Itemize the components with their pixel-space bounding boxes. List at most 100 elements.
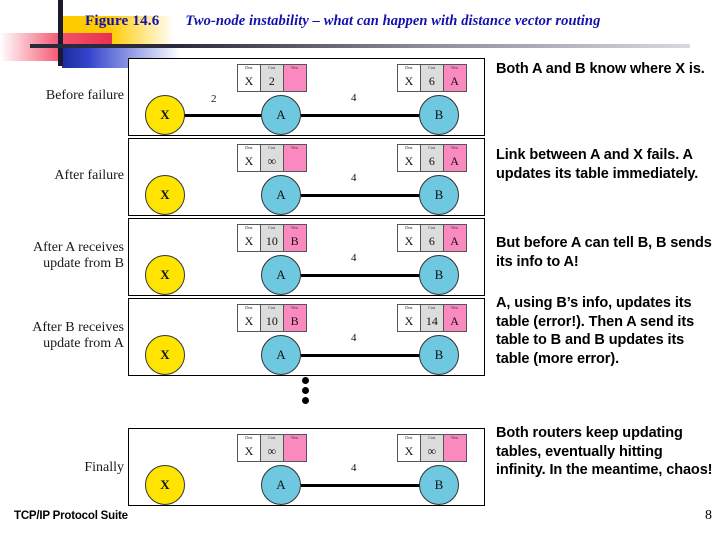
routing-cell-hop: Next (282, 144, 307, 172)
stage-diagram-2: 4 X A B Dest. X Cost ∞ Next Dest. X Cost 6 Next A (128, 138, 485, 216)
node-a: A (261, 255, 301, 295)
routing-cell-dest: Dest. X (237, 434, 261, 462)
link-cost-a-b: 4 (351, 332, 357, 344)
page-title: Figure 14.6 Two-node instability – what … (85, 12, 600, 30)
routing-cell-value: X (404, 154, 414, 168)
routing-cell-header: Dest. (405, 435, 413, 440)
routing-cell-value: X (244, 314, 254, 328)
annotation-3: But before A can tell B, B sends its inf… (496, 235, 712, 270)
annotation-1: Both A and B know where X is. (496, 61, 705, 77)
routing-cell-header: Dest. (245, 145, 253, 150)
routing-cell-value: B (290, 234, 299, 248)
routing-cell-header: Cost (268, 65, 276, 70)
routing-cell-value: 6 (428, 74, 435, 88)
routing-cell-value: X (404, 444, 414, 458)
routing-cell-value: X (244, 74, 254, 88)
routing-table-b: Dest. X Cost 6 Next A (397, 64, 467, 92)
routing-cell-hop: Next A (442, 64, 467, 92)
routing-cell-header: Cost (428, 435, 436, 440)
routing-cell-dest: Dest. X (397, 144, 421, 172)
routing-cell-cost: Cost 10 (259, 224, 284, 252)
link-x-a (184, 114, 272, 117)
routing-cell-value: X (404, 234, 414, 248)
header-decoration (0, 0, 190, 68)
routing-cell-cost: Cost ∞ (259, 144, 284, 172)
routing-cell-header: Next (450, 305, 459, 310)
node-b: B (419, 465, 459, 505)
routing-cell-header: Dest. (245, 305, 253, 310)
footer-label: TCP/IP Protocol Suite (14, 510, 128, 522)
routing-cell-hop: Next (282, 64, 307, 92)
routing-table-b: Dest. X Cost 6 Next A (397, 144, 467, 172)
routing-cell-header: Cost (268, 435, 276, 440)
routing-cell-cost: Cost 6 (419, 144, 444, 172)
routing-cell-value: 10 (265, 314, 278, 328)
routing-cell-header: Dest. (405, 225, 413, 230)
routing-cell-hop: Next A (442, 224, 467, 252)
node-a: A (261, 335, 301, 375)
routing-cell-header: Cost (428, 305, 436, 310)
routing-cell-hop: Next A (442, 144, 467, 172)
node-a: A (261, 465, 301, 505)
figure-number: Figure 14.6 (85, 13, 160, 29)
node-x: X (145, 335, 185, 375)
routing-table-b: Dest. X Cost ∞ Next (397, 434, 467, 462)
routing-cell-header: Cost (268, 225, 276, 230)
routing-cell-value: A (450, 314, 459, 328)
routing-cell-header: Cost (268, 305, 276, 310)
routing-cell-header: Dest. (245, 225, 253, 230)
routing-cell-value: X (404, 314, 414, 328)
ellipsis-dot (301, 397, 309, 404)
routing-cell-header: Next (450, 435, 459, 440)
node-x: X (145, 255, 185, 295)
routing-cell-header: Cost (268, 145, 276, 150)
routing-cell-hop: Next A (442, 304, 467, 332)
routing-cell-dest: Dest. X (237, 304, 261, 332)
routing-cell-hop: Next B (282, 304, 307, 332)
routing-cell-value: ∞ (267, 154, 277, 168)
routing-cell-value: X (244, 234, 254, 248)
routing-cell-header: Next (290, 65, 299, 70)
routing-cell-header: Dest. (245, 65, 253, 70)
routing-cell-hop: Next (282, 434, 307, 462)
routing-cell-value: 6 (428, 154, 435, 168)
routing-cell-header: Dest. (245, 435, 253, 440)
routing-cell-cost: Cost 2 (259, 64, 284, 92)
routing-cell-dest: Dest. X (397, 304, 421, 332)
stage-label-2: After failure (54, 168, 124, 183)
routing-cell-header: Next (290, 435, 299, 440)
routing-table-a: Dest. X Cost ∞ Next (237, 434, 307, 462)
routing-table-a: Dest. X Cost 2 Next (237, 64, 307, 92)
link-cost-a-b: 4 (351, 462, 357, 474)
routing-cell-value: A (450, 234, 459, 248)
annotation-2: Link between A and X fails. A updates it… (496, 147, 699, 182)
routing-cell-dest: Dest. X (237, 224, 261, 252)
routing-cell-dest: Dest. X (237, 144, 261, 172)
routing-cell-header: Dest. (405, 65, 413, 70)
routing-cell-dest: Dest. X (397, 224, 421, 252)
routing-cell-value: 6 (428, 234, 435, 248)
routing-cell-header: Cost (428, 65, 436, 70)
figure-caption: Two-node instability – what can happen w… (185, 13, 601, 29)
routing-cell-cost: Cost 10 (259, 304, 284, 332)
routing-table-a: Dest. X Cost ∞ Next (237, 144, 307, 172)
routing-table-a: Dest. X Cost 10 Next B (237, 304, 307, 332)
routing-cell-cost: Cost 6 (419, 64, 444, 92)
routing-cell-header: Dest. (405, 145, 413, 150)
node-x: X (145, 95, 185, 135)
node-x: X (145, 175, 185, 215)
stage-diagram-5: 4 X A B Dest. X Cost ∞ Next Dest. X Cost ∞ Next (128, 428, 485, 506)
routing-cell-header: Next (290, 225, 299, 230)
routing-cell-header: Next (290, 305, 299, 310)
routing-cell-dest: Dest. X (397, 64, 421, 92)
routing-cell-value: 10 (265, 234, 278, 248)
routing-cell-value: 14 (425, 314, 438, 328)
routing-cell-cost: Cost 14 (419, 304, 444, 332)
node-b: B (419, 335, 459, 375)
routing-cell-value: A (450, 74, 459, 88)
routing-cell-value: X (404, 74, 414, 88)
annotation-5: Both routers keep updating tables, event… (496, 425, 713, 478)
routing-cell-header: Next (450, 65, 459, 70)
node-b: B (419, 95, 459, 135)
routing-cell-header: Next (450, 225, 459, 230)
